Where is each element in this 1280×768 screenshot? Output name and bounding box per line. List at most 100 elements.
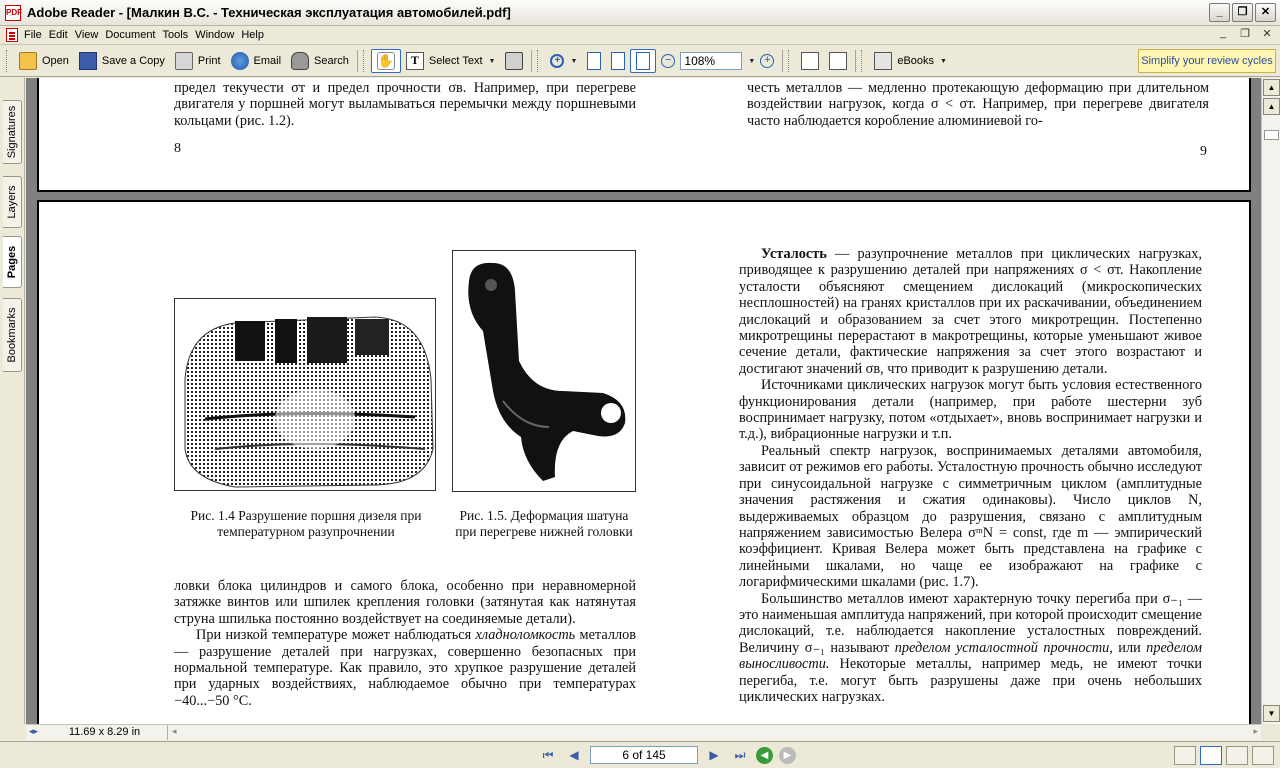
- horizontal-scrollbar[interactable]: ◂▸ 11.69 x 8.29 in ◂ ▸: [26, 724, 1261, 740]
- menu-help[interactable]: Help: [241, 29, 271, 41]
- hand-icon: ✋: [376, 52, 395, 70]
- menu-edit[interactable]: Edit: [49, 29, 75, 41]
- paragraph: При низкой температуре может наблюдаться…: [174, 627, 636, 709]
- previous-view-icon[interactable]: ◀: [756, 746, 773, 764]
- toolbar-grip[interactable]: [6, 50, 9, 72]
- continuous-view-button[interactable]: [1200, 746, 1222, 765]
- menu-tools[interactable]: Tools: [163, 29, 196, 41]
- magnifier-plus-icon: +: [550, 54, 565, 68]
- next-view-icon[interactable]: ▶: [779, 746, 796, 764]
- fit-width-button[interactable]: [630, 49, 657, 73]
- scrollbar-thumb[interactable]: [1264, 130, 1279, 140]
- minimize-button[interactable]: _: [1209, 3, 1230, 22]
- fit-page-button[interactable]: [606, 49, 630, 73]
- scroll-right-icon[interactable]: ▸: [1253, 726, 1258, 737]
- rotate-clockwise-button[interactable]: [796, 49, 824, 73]
- zoom-dropdown-icon[interactable]: ▼: [748, 58, 755, 65]
- restore-button[interactable]: ❐: [1232, 3, 1253, 22]
- hand-tool-button[interactable]: ✋: [370, 49, 401, 73]
- save-copy-button[interactable]: Save a Copy: [74, 49, 170, 73]
- folder-icon: [19, 52, 37, 70]
- page-8-text: предел текучести σт и предел прочности σ…: [174, 80, 636, 129]
- document-icon[interactable]: [6, 28, 18, 42]
- window-title: Adobe Reader - [Малкин В.С. - Техническа…: [27, 5, 511, 20]
- snapshot-button[interactable]: [500, 49, 528, 73]
- single-page-view-button[interactable]: [1174, 746, 1196, 765]
- connecting-rod-image: [468, 262, 626, 481]
- menu-file[interactable]: File: [24, 29, 49, 41]
- menu-window[interactable]: Window: [195, 29, 241, 41]
- open-button[interactable]: Open: [14, 49, 74, 73]
- figure-piston: [174, 298, 436, 491]
- figure-connecting-rod: [452, 250, 636, 492]
- page-size-readout: 11.69 x 8.29 in: [42, 725, 168, 740]
- page-11-text: Усталость — разупрочнение металлов при ц…: [739, 246, 1202, 705]
- toolbar-grip[interactable]: [861, 50, 864, 72]
- toolbar-grip[interactable]: [537, 50, 540, 72]
- document-view[interactable]: предел текучести σт и предел прочности σ…: [26, 78, 1261, 724]
- rotate-counterclockwise-icon: [829, 52, 848, 70]
- zoom-out-button[interactable]: −: [656, 49, 680, 73]
- doc-restore-button[interactable]: ❐: [1238, 27, 1252, 40]
- plus-circle-icon: +: [760, 54, 775, 68]
- camera-icon: [505, 52, 524, 70]
- vertical-scrollbar[interactable]: ▲ ▲ ▼: [1261, 78, 1280, 724]
- toolbar: Open Save a Copy Print Email Search ✋ TS…: [0, 46, 1280, 77]
- scroll-up-page-button[interactable]: ▲: [1263, 98, 1280, 115]
- email-button[interactable]: Email: [226, 49, 287, 73]
- minus-circle-icon: −: [661, 54, 676, 68]
- ebook-icon: [874, 52, 893, 70]
- piston-image: [184, 316, 434, 488]
- facing-view-button[interactable]: [1226, 746, 1248, 765]
- tab-pages[interactable]: Pages: [3, 236, 22, 288]
- toolbar-grip[interactable]: [362, 50, 366, 72]
- print-button[interactable]: Print: [170, 49, 226, 73]
- chevron-down-icon[interactable]: ▼: [489, 58, 496, 65]
- title-bar: PDF Adobe Reader - [Малкин В.С. - Технич…: [0, 0, 1280, 26]
- chevron-down-icon[interactable]: ▼: [570, 58, 577, 65]
- chevron-down-icon[interactable]: ▼: [940, 58, 947, 65]
- tab-signatures[interactable]: Signatures: [3, 100, 22, 164]
- ebooks-button[interactable]: eBooks ▼: [869, 49, 952, 73]
- text-cursor-icon: T: [405, 52, 424, 70]
- page-number-input[interactable]: 6 of 145: [590, 746, 698, 764]
- actual-size-button[interactable]: [582, 49, 606, 73]
- rotate-clockwise-icon: [801, 52, 820, 70]
- promo-banner[interactable]: Simplify your review cycles: [1138, 49, 1276, 73]
- paragraph: ловки блока цилиндров и самого блока, ос…: [174, 578, 636, 627]
- doc-close-button[interactable]: ✕: [1260, 27, 1274, 40]
- zoom-in-tool-button[interactable]: + ▼: [545, 49, 582, 73]
- zoom-in-button[interactable]: +: [755, 49, 779, 73]
- rotate-counterclockwise-button[interactable]: [824, 49, 852, 73]
- toolbar-grip[interactable]: [788, 50, 791, 72]
- toolbar-separator: [531, 50, 533, 72]
- menu-document[interactable]: Document: [105, 29, 162, 41]
- select-text-button[interactable]: T Select Text ▼: [401, 49, 501, 73]
- search-button[interactable]: Search: [286, 49, 354, 73]
- tab-bookmarks[interactable]: Bookmarks: [3, 298, 22, 372]
- page-number-8: 8: [174, 141, 181, 156]
- panel-resize-icon[interactable]: ◂▸: [29, 726, 38, 737]
- scroll-up-button[interactable]: ▲: [1263, 79, 1280, 96]
- menu-bar: File Edit View Document Tools Window Hel…: [0, 26, 1280, 45]
- figure-caption-1-5: Рис. 1.5. Деформация шатуна при перегрев…: [455, 508, 633, 539]
- last-page-button[interactable]: ⏭: [730, 745, 750, 765]
- status-bar: ⏮ ◀ 6 of 145 ▶ ⏭ ◀ ▶: [0, 741, 1280, 768]
- first-page-button[interactable]: ⏮: [538, 745, 558, 765]
- previous-page-button[interactable]: ◀: [564, 745, 584, 765]
- fit-width-icon: [636, 52, 651, 70]
- doc-minimize-button[interactable]: _: [1216, 27, 1230, 40]
- toolbar-separator: [782, 50, 784, 72]
- close-button[interactable]: ✕: [1255, 3, 1276, 22]
- continuous-facing-view-button[interactable]: [1252, 746, 1274, 765]
- tab-layers[interactable]: Layers: [3, 176, 22, 228]
- page-spread-bottom: Рис. 1.4 Разрушение поршня дизеля при те…: [37, 200, 1251, 724]
- paragraph: Усталость — разупрочнение металлов при ц…: [739, 246, 1202, 377]
- scroll-down-button[interactable]: ▼: [1263, 705, 1280, 722]
- zoom-level-input[interactable]: 108%: [680, 52, 743, 70]
- next-page-button[interactable]: ▶: [704, 745, 724, 765]
- scroll-left-icon[interactable]: ◂: [172, 726, 177, 737]
- menu-view[interactable]: View: [75, 29, 106, 41]
- toolbar-separator: [356, 50, 358, 72]
- printer-icon: [174, 52, 193, 70]
